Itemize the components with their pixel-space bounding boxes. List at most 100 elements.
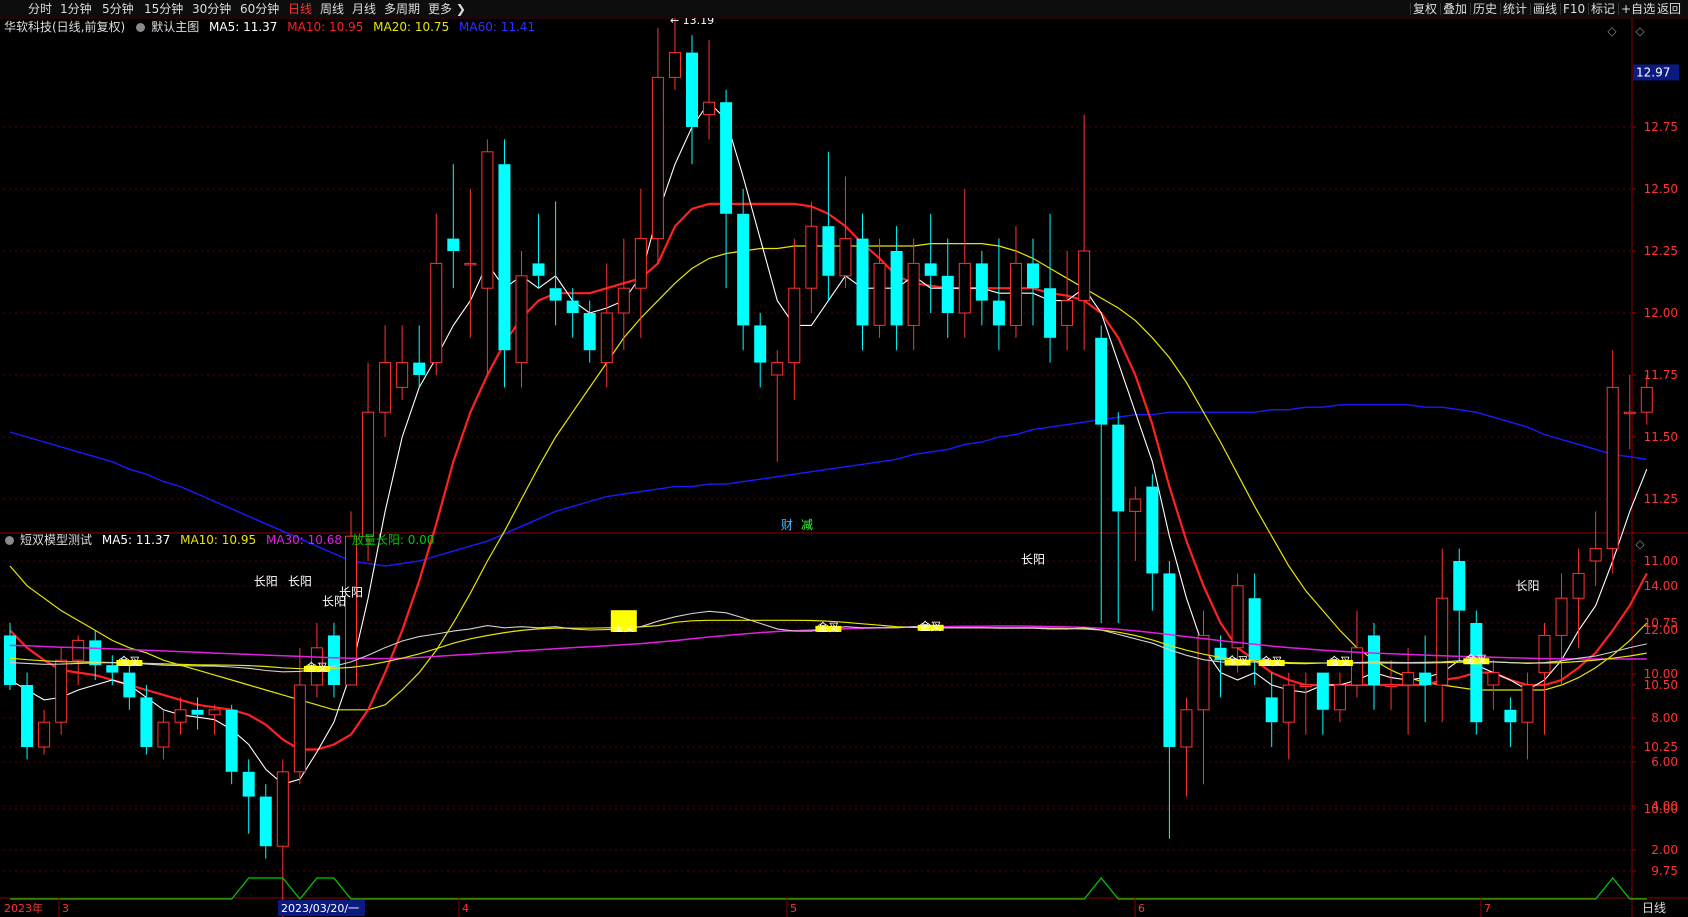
changyang-label: 长阳 [339, 586, 363, 600]
y-tick-label: 4.00 [1651, 799, 1678, 813]
y-tick-label: 10.25 [1644, 740, 1678, 754]
candle-body-down [754, 325, 767, 363]
candle-body-down [413, 362, 426, 375]
candle-body-up [1555, 597, 1568, 636]
month-label: 6 [1138, 902, 1145, 915]
candle-body-up [1231, 585, 1244, 649]
period-tab-0[interactable]: 分时 [28, 1, 52, 17]
toolbar-btn-5[interactable]: F10 [1563, 1, 1585, 17]
month-label: 3 [62, 902, 69, 915]
candle-body-down [123, 672, 136, 698]
toolbar-btn-3[interactable]: 统计 [1503, 1, 1527, 17]
diamond-icon[interactable]: ◇ [1635, 24, 1645, 38]
candle-body-up [1640, 386, 1653, 413]
toolbar-separator [1470, 3, 1471, 15]
sub-legend: 短双模型测试 MA5: 11.37 MA10: 10.95 MA30: 10.6… [0, 531, 440, 549]
candle-body-up [907, 262, 920, 326]
y-tick-label: 11.50 [1644, 430, 1678, 444]
candle-body-up [1197, 634, 1210, 711]
stock-name[interactable]: 华软科技(日线,前复权) [4, 20, 125, 34]
candle-body-down [1368, 635, 1380, 685]
toolbar-separator [1500, 3, 1501, 15]
candle-body-up [174, 709, 187, 723]
candle-body-up [1333, 684, 1346, 711]
y-tick-label: 2.00 [1651, 843, 1678, 857]
jincha-label: 金叉 [306, 660, 328, 674]
candle-body-down [549, 288, 562, 301]
candle-body-up [1487, 672, 1500, 686]
y-tick-label: 12.25 [1644, 244, 1678, 258]
toolbar-btn-0[interactable]: 复权 [1413, 1, 1437, 17]
candle-body-up [805, 225, 818, 289]
candle-body-up [634, 238, 647, 289]
y-tick-label: 12.00 [1644, 623, 1678, 637]
candle-body-down [532, 263, 545, 276]
candle-body-down [1027, 263, 1039, 289]
y-tick-label: 11.00 [1644, 554, 1678, 568]
fangliang-signal-line [10, 877, 1647, 900]
candle-body-up [1299, 684, 1312, 687]
candle-body-up [617, 287, 630, 314]
toolbar-btn-8[interactable]: 返回 [1657, 1, 1681, 17]
legend-ma60: MA60: 11.41 [459, 20, 536, 34]
high-price-label: ← 13.19 [670, 18, 714, 27]
candle-body-down [1095, 337, 1108, 425]
period-tab-5[interactable]: 60分钟 [240, 1, 279, 17]
candle-body-up [958, 262, 971, 314]
y-tick-label: 11.25 [1644, 492, 1678, 506]
period-tab-6[interactable]: 日线 [288, 1, 312, 17]
candle-body-up [72, 639, 85, 661]
diamond-icon[interactable]: ◇ [1635, 537, 1645, 551]
cai-badge[interactable]: 财 [781, 516, 793, 533]
candle-body-up [55, 659, 68, 723]
candle-body-up [481, 151, 494, 289]
candle-body-up [362, 411, 375, 537]
candle-body-down [583, 313, 596, 351]
toolbar-btn-2[interactable]: 历史 [1473, 1, 1497, 17]
candle-body-up [1606, 386, 1619, 550]
toolbar-btn-6[interactable]: 标记 [1591, 1, 1615, 17]
candle-body-down [106, 665, 119, 673]
candle-body-down [140, 697, 153, 747]
toolbar-btn-7[interactable]: +自选 [1621, 1, 1655, 17]
settings-circle-icon[interactable] [136, 23, 146, 32]
toolbar-btn-1[interactable]: 叠加 [1443, 1, 1467, 17]
indicator-settings-icon[interactable] [5, 536, 14, 545]
y-tick-label: 12.75 [1644, 120, 1678, 134]
period-tab-1[interactable]: 1分钟 [60, 1, 92, 17]
cursor-date-label: 2023/03/20/一 [281, 902, 359, 915]
candle-body-up [430, 262, 443, 364]
period-tab-3[interactable]: 15分钟 [144, 1, 183, 17]
period-tab-7[interactable]: 周线 [320, 1, 344, 17]
jincha-label: 金叉 [920, 619, 942, 633]
legend-ma20: MA20: 10.75 [373, 20, 450, 34]
candle-body-down [686, 52, 698, 127]
period-tab-9[interactable]: 多周期 [384, 1, 420, 17]
period-tab-2[interactable]: 5分钟 [102, 1, 134, 17]
candle-body-up [1572, 572, 1585, 599]
candle-body-down [1163, 573, 1176, 747]
sub-legend-ma30: MA30: 10.68 [265, 533, 343, 547]
period-tab-8[interactable]: 月线 [352, 1, 376, 17]
indicator-name[interactable]: 短双模型测试 [20, 533, 92, 547]
toolbar-btn-4[interactable]: 画线 [1533, 1, 1557, 17]
candle-body-down [327, 635, 340, 685]
candle-body-down [1453, 561, 1466, 611]
diamond-icon[interactable]: ◇ [1607, 24, 1617, 38]
candle-body-down [566, 300, 579, 313]
jian-badge[interactable]: 减 [801, 516, 813, 533]
jincha-label: 金叉 [1261, 654, 1283, 668]
period-tab-4[interactable]: 30分钟 [192, 1, 231, 17]
candle-body-down [1470, 623, 1483, 723]
template-name[interactable]: 默认主图 [151, 20, 199, 34]
candle-body-down [822, 226, 835, 276]
period-tab-10[interactable]: 更多 ❯ [428, 1, 466, 17]
candle-body-down [737, 213, 750, 326]
legend-ma5: MA5: 11.37 [209, 20, 278, 34]
candle-body-down [21, 685, 34, 747]
jincha-label: 金叉 [1329, 654, 1351, 668]
candle-body-up [600, 312, 613, 364]
changyang-label: 长阳 [1021, 553, 1045, 567]
toolbar: 分时 1分钟 5分钟 15分钟 30分钟 60分钟 日线 周线 月线 多周期 更多 ❯ 返回 +自选 标记… [0, 0, 1688, 19]
candle-body-up [1350, 647, 1363, 686]
